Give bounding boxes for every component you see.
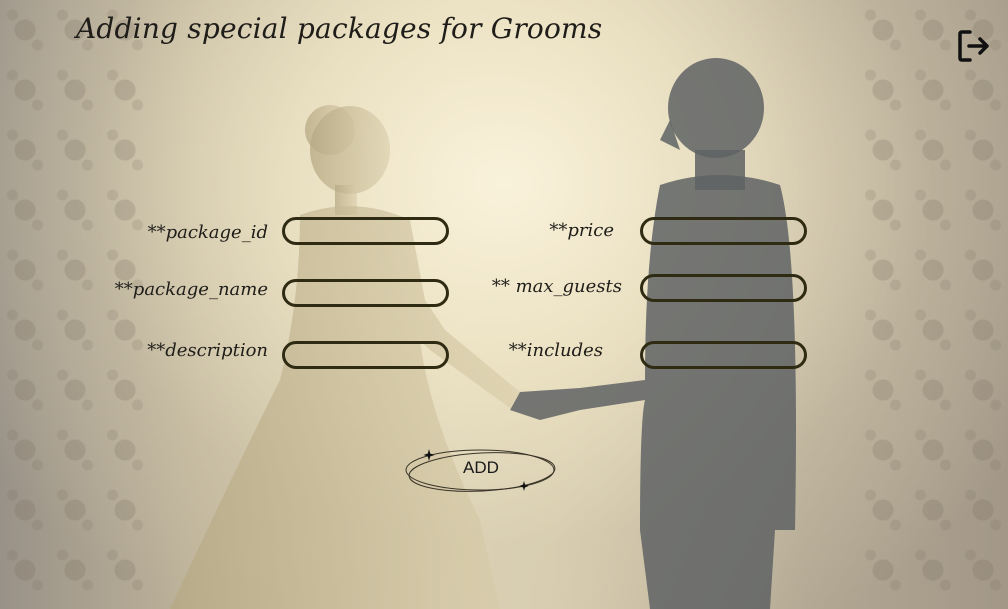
couple-silhouette-image [170,58,796,609]
add-button[interactable]: ADD [400,444,562,498]
includes-input[interactable] [640,341,807,369]
logout-arrow-icon [958,30,989,62]
package-id-input[interactable] [282,217,449,245]
add-button-label: ADD [463,458,499,477]
max-guests-input[interactable] [640,274,807,302]
includes-label: **includes [508,340,603,361]
max-guests-label: ** max_guests [491,276,622,297]
sparkle-icon [519,481,529,491]
description-label: **description [147,340,268,361]
package-name-input[interactable] [282,279,449,307]
price-label: **price [549,220,614,241]
description-input[interactable] [282,341,449,369]
package-id-label: **package_id [147,222,268,243]
page-title: Adding special packages for Grooms [76,12,603,45]
package-name-label: **package_name [114,279,268,300]
logout-button[interactable] [956,28,992,64]
price-input[interactable] [640,217,807,245]
